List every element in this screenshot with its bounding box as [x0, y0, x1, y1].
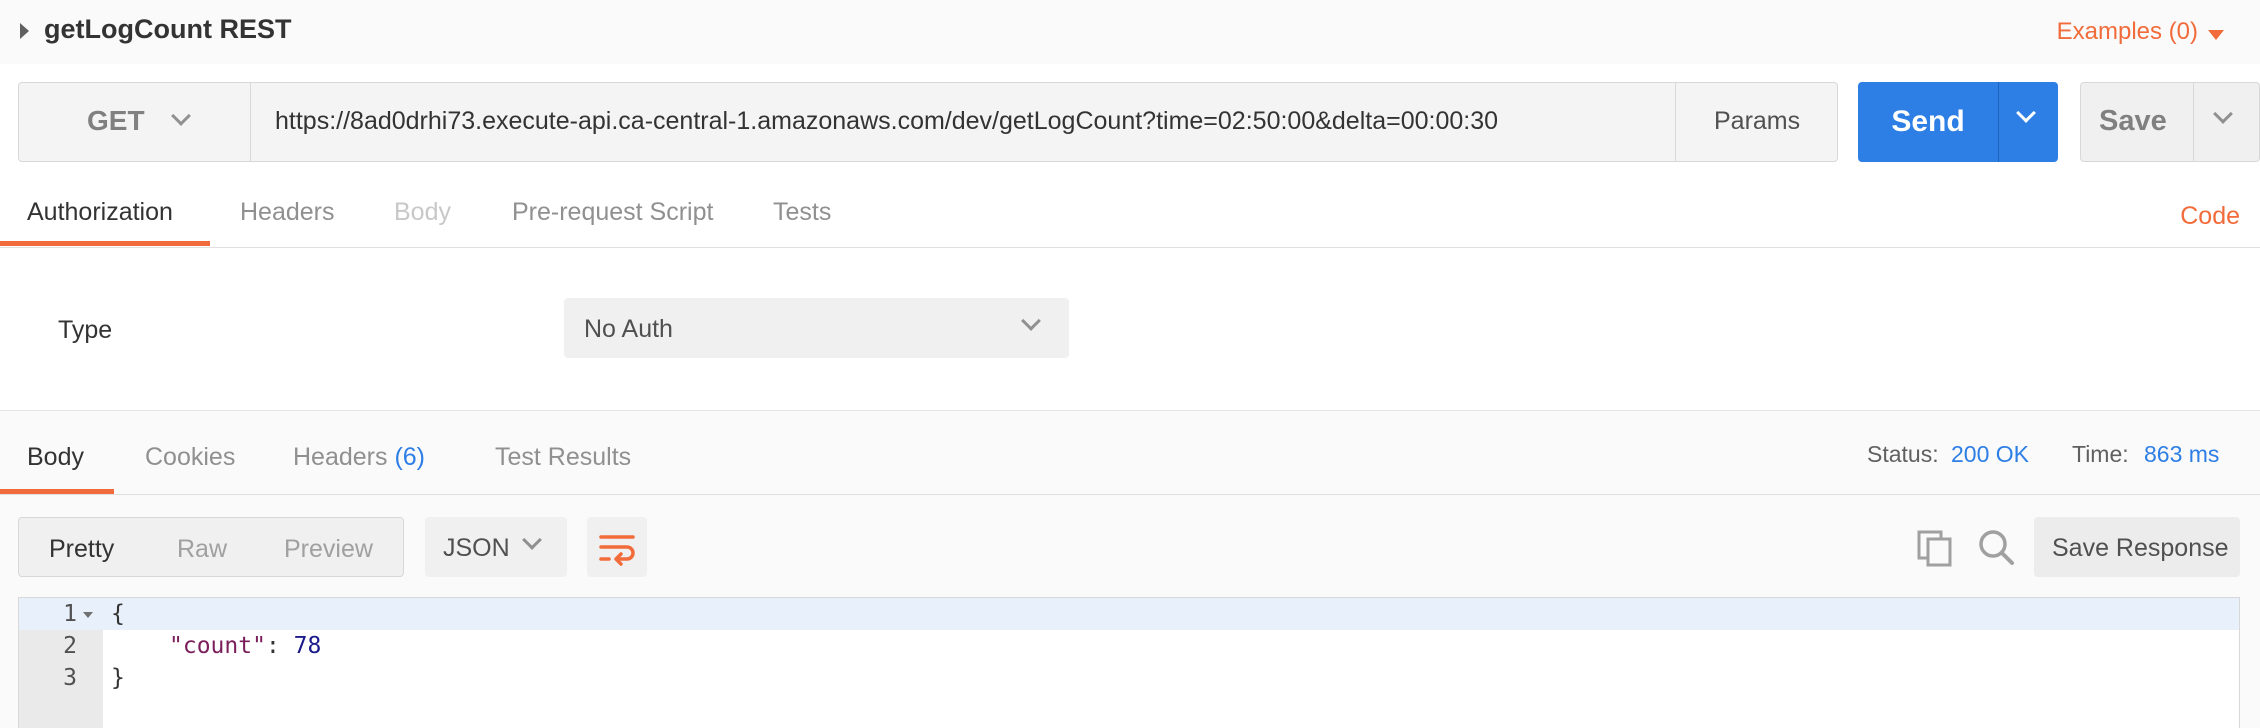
response-section: Body Cookies Headers (6) Test Results St… [0, 410, 2260, 728]
format-raw-button[interactable]: Raw [177, 535, 227, 564]
code-link[interactable]: Code [2180, 202, 2240, 231]
code-line: 3 } [19, 662, 2239, 694]
response-headers-count: (6) [394, 443, 426, 471]
code-text: "count": 78 [169, 633, 321, 659]
tab-headers[interactable]: Headers [240, 198, 335, 227]
format-preview-button[interactable]: Preview [284, 535, 373, 564]
tab-response-body[interactable]: Body [27, 443, 84, 472]
response-tabs: Body Cookies Headers (6) Test Results St… [0, 411, 2260, 495]
line-number: 3 [63, 665, 77, 691]
save-options-button[interactable] [2193, 83, 2259, 161]
wrap-lines-button[interactable] [587, 517, 647, 577]
params-button[interactable]: Params [1675, 83, 1837, 161]
line-number: 1 [63, 601, 77, 627]
tab-pre-request-script[interactable]: Pre-request Script [512, 198, 713, 227]
code-text: { [111, 601, 125, 627]
language-value: JSON [443, 534, 510, 562]
method-select[interactable]: GET [19, 83, 251, 161]
auth-type-select[interactable]: No Auth [564, 298, 1069, 358]
wrap-lines-icon [599, 535, 635, 566]
tab-response-headers[interactable]: Headers (6) [293, 443, 425, 472]
save-response-label: Save Response [2052, 534, 2229, 562]
method-label: GET [87, 105, 145, 136]
active-tab-indicator [0, 241, 210, 246]
json-key: "count" [169, 633, 266, 659]
code-line: 2 "count": 78 [19, 630, 2239, 662]
line-number: 2 [63, 633, 77, 659]
request-header: getLogCount REST Examples (0) [0, 0, 2260, 64]
chevron-down-icon [1021, 311, 1041, 331]
status-value: 200 OK [1951, 441, 2029, 467]
code-line: 1 { [19, 598, 2239, 630]
request-tabs: Authorization Headers Body Pre-request S… [0, 186, 2260, 248]
params-label: Params [1714, 107, 1801, 135]
search-icon[interactable] [1976, 527, 2016, 567]
json-value: 78 [293, 633, 322, 659]
code-text: } [111, 665, 125, 691]
auth-type-value: No Auth [584, 315, 673, 343]
url-bar: GET https://8ad0drhi73.execute-api.ca-ce… [18, 82, 1838, 162]
tab-body[interactable]: Body [394, 198, 451, 227]
send-button[interactable]: Send [1858, 82, 1998, 162]
copy-icon[interactable] [1916, 529, 1954, 567]
request-name[interactable]: getLogCount REST [44, 14, 291, 45]
tab-cookies[interactable]: Cookies [145, 443, 235, 472]
response-headers-label: Headers [293, 443, 388, 471]
auth-type-label: Type [58, 316, 113, 344]
status-label: Status: [1867, 441, 1939, 467]
fold-caret-icon[interactable] [83, 612, 93, 618]
save-button[interactable]: Save [2099, 105, 2167, 138]
send-button-group: Send [1858, 82, 2058, 162]
chevron-down-icon [2016, 103, 2036, 123]
send-options-button[interactable] [1998, 82, 2058, 162]
response-body-editor[interactable]: 1 { 2 "count": 78 3 } [18, 597, 2240, 728]
chevron-down-icon [171, 106, 191, 126]
save-response-button[interactable]: Save Response [2034, 517, 2240, 577]
examples-caret-icon[interactable] [2208, 30, 2224, 40]
url-input[interactable]: https://8ad0drhi73.execute-api.ca-centra… [275, 107, 1498, 136]
chevron-down-icon [522, 530, 542, 550]
format-toggle-group: Pretty Raw Preview [18, 517, 404, 577]
tab-tests[interactable]: Tests [773, 198, 831, 227]
chevron-down-icon [2213, 104, 2233, 124]
format-pretty-button[interactable]: Pretty [49, 535, 114, 564]
collapse-caret-icon[interactable] [20, 23, 29, 39]
json-separator: : [265, 633, 294, 659]
time-label: Time: [2072, 441, 2129, 467]
time-value: 863 ms [2144, 441, 2220, 467]
language-select[interactable]: JSON [425, 517, 567, 577]
tab-authorization[interactable]: Authorization [27, 198, 173, 227]
save-button-group: Save [2080, 82, 2260, 162]
tab-test-results[interactable]: Test Results [495, 443, 631, 472]
active-response-tab-indicator [0, 489, 114, 494]
examples-dropdown[interactable]: Examples (0) [2057, 18, 2198, 46]
